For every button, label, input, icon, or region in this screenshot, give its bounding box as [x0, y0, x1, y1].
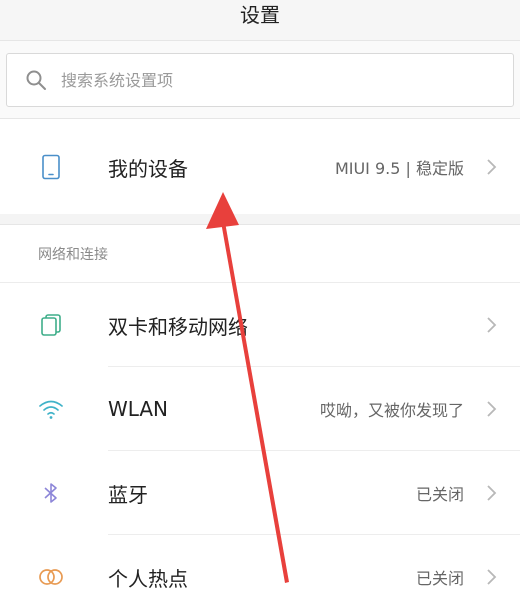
chevron-right-icon — [487, 401, 497, 417]
chevron-right-icon — [487, 317, 497, 333]
settings-item-label: 蓝牙 — [108, 482, 148, 507]
search-input[interactable] — [61, 70, 461, 90]
chevron-right-icon — [487, 569, 497, 585]
bluetooth-icon — [38, 480, 64, 506]
settings-item-wlan[interactable]: WLAN 哎呦，又被你发现了 — [0, 367, 520, 451]
search-icon — [26, 70, 46, 90]
settings-item-my-device[interactable]: 我的设备 MIUI 9.5 | 稳定版 — [0, 119, 520, 215]
hotspot-icon — [38, 564, 64, 590]
section-title: 网络和连接 — [0, 225, 520, 283]
page-title: 设置 — [240, 2, 280, 27]
settings-item-dual-sim[interactable]: 双卡和移动网络 — [0, 283, 520, 367]
sim-card-icon — [38, 312, 64, 338]
search-area — [0, 40, 520, 118]
settings-item-label: 个人热点 — [108, 566, 188, 591]
network-section: 网络和连接 双卡和移动网络 WLAN 哎呦，又被你发现了 蓝牙 已关闭 个人热点… — [0, 224, 520, 606]
phone-icon — [38, 154, 64, 180]
title-bar: 设置 — [0, 0, 520, 40]
chevron-right-icon — [487, 485, 497, 501]
settings-item-bluetooth[interactable]: 蓝牙 已关闭 — [0, 451, 520, 535]
wlan-status-text: 哎呦，又被你发现了 — [319, 401, 464, 420]
settings-item-label: WLAN — [108, 397, 169, 421]
wifi-icon — [38, 396, 64, 422]
settings-item-label: 我的设备 — [108, 156, 188, 181]
chevron-right-icon — [487, 159, 497, 175]
settings-item-hotspot[interactable]: 个人热点 已关闭 — [0, 535, 520, 606]
hotspot-status-text: 已关闭 — [415, 569, 464, 588]
miui-version-text: MIUI 9.5 | 稳定版 — [334, 159, 464, 178]
settings-item-label: 双卡和移动网络 — [108, 314, 248, 339]
search-bar[interactable] — [6, 53, 514, 107]
bluetooth-status-text: 已关闭 — [415, 485, 464, 504]
device-card: 我的设备 MIUI 9.5 | 稳定版 — [0, 118, 520, 214]
